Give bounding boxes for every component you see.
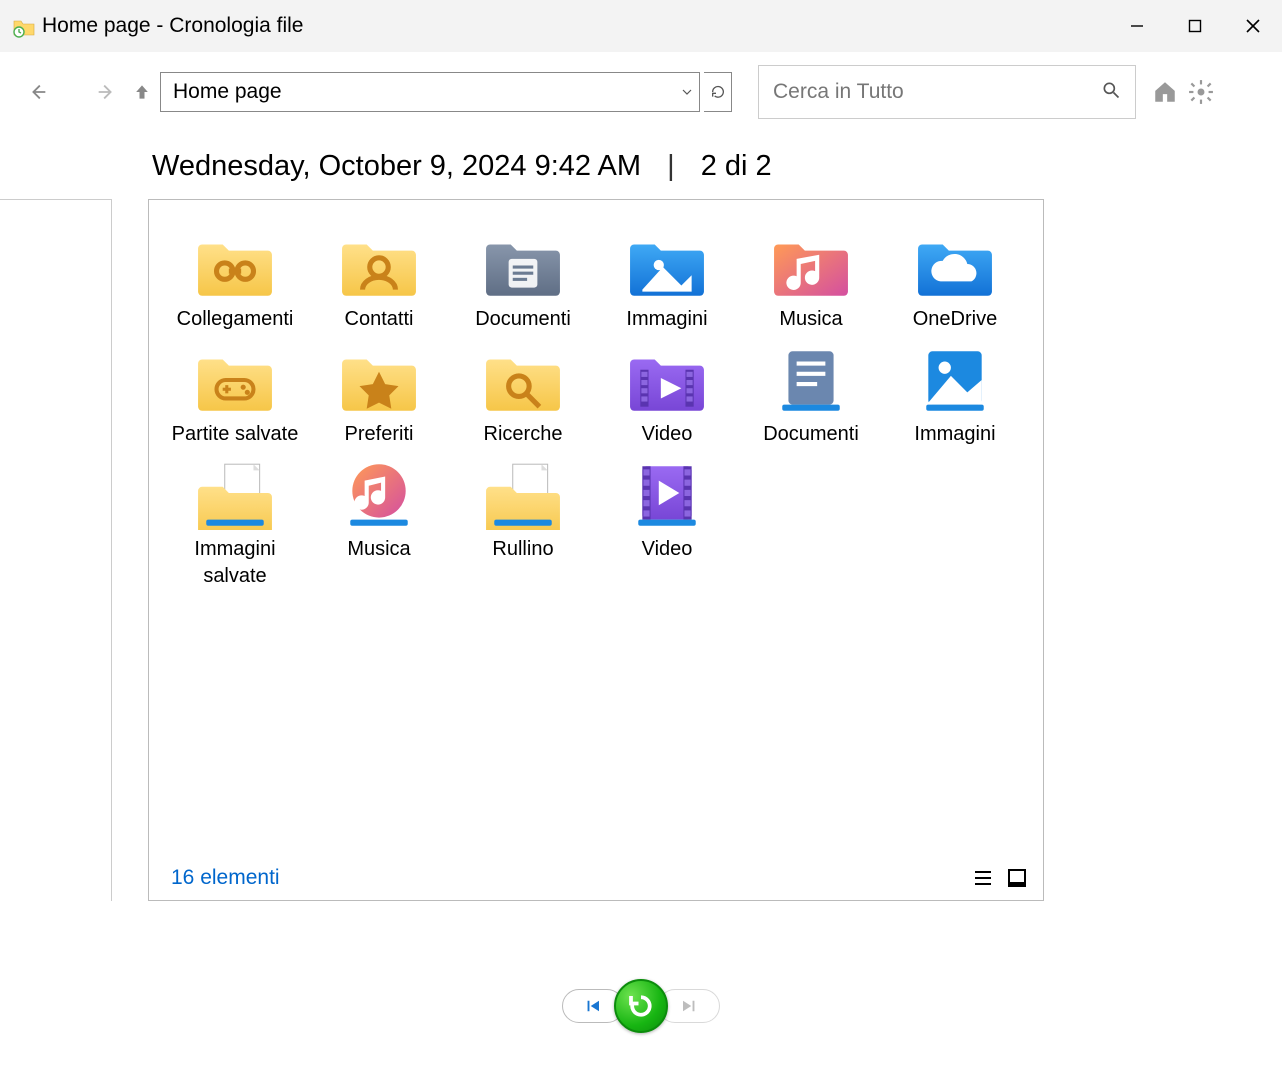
item-folder-games[interactable]: Partite salvate: [163, 339, 307, 448]
folder-search-icon: [482, 343, 564, 415]
item-folder-favorites[interactable]: Preferiti: [307, 339, 451, 448]
item-folder-onedrive[interactable]: OneDrive: [883, 224, 1027, 333]
folder-link-icon: [194, 228, 276, 300]
library-camera-roll-icon: [482, 458, 564, 530]
folder-onedrive-icon: [914, 228, 996, 300]
item-library-saved-pictures[interactable]: Immagini salvate: [163, 454, 307, 590]
search-input[interactable]: [773, 80, 1101, 104]
item-label: Immagini: [914, 421, 995, 448]
item-label: Ricerche: [484, 421, 563, 448]
item-label: Musica: [347, 536, 410, 563]
item-folder-link[interactable]: Collegamenti: [163, 224, 307, 333]
item-label: Contatti: [345, 306, 414, 333]
app-icon: [12, 14, 36, 38]
item-library-videos[interactable]: Video: [595, 454, 739, 590]
back-button[interactable]: [22, 76, 54, 108]
address-text: Home page: [161, 80, 673, 104]
item-label: Video: [642, 421, 693, 448]
refresh-button[interactable]: [704, 72, 732, 112]
item-folder-contacts[interactable]: Contatti: [307, 224, 451, 333]
snapshot-header: Wednesday, October 9, 2024 9:42 AM | 2 d…: [0, 132, 1282, 199]
item-label: Musica: [779, 306, 842, 333]
address-bar[interactable]: Home page: [160, 72, 700, 112]
item-folder-search[interactable]: Ricerche: [451, 339, 595, 448]
home-button[interactable]: [1150, 77, 1180, 107]
page-indicator: 2 di 2: [701, 150, 772, 182]
snapshot-timestamp: Wednesday, October 9, 2024 9:42 AM: [152, 150, 641, 182]
minimize-button[interactable]: [1108, 0, 1166, 52]
library-videos-icon: [626, 458, 708, 530]
item-count: 16 elementi: [171, 866, 280, 890]
close-button[interactable]: [1224, 0, 1282, 52]
restore-button[interactable]: [614, 979, 668, 1033]
view-large-icons-button[interactable]: [1003, 864, 1031, 892]
item-library-pictures[interactable]: Immagini: [883, 339, 1027, 448]
folder-music-icon: [770, 228, 852, 300]
folder-pictures-icon: [626, 228, 708, 300]
item-library-music[interactable]: Musica: [307, 454, 451, 590]
item-label: Partite salvate: [172, 421, 299, 448]
address-dropdown[interactable]: [673, 73, 699, 111]
item-library-documents[interactable]: Documenti: [739, 339, 883, 448]
item-folder-pictures[interactable]: Immagini: [595, 224, 739, 333]
search-box[interactable]: [758, 65, 1136, 119]
search-icon: [1101, 80, 1121, 105]
up-button[interactable]: [130, 80, 154, 104]
window-title: Home page - Cronologia file: [42, 14, 303, 38]
header-separator: |: [667, 150, 675, 182]
item-label: Documenti: [763, 421, 859, 448]
item-label: Immagini salvate: [170, 536, 300, 590]
version-nav: [0, 979, 1282, 1033]
items-panel: Collegamenti Contatti Documenti Immagini…: [148, 199, 1044, 901]
folder-documents-icon: [482, 228, 564, 300]
item-label: OneDrive: [913, 306, 997, 333]
titlebar: Home page - Cronologia file: [0, 0, 1282, 52]
item-library-camera-roll[interactable]: Rullino: [451, 454, 595, 590]
folder-games-icon: [194, 343, 276, 415]
item-folder-videos[interactable]: Video: [595, 339, 739, 448]
toolbar: Home page: [0, 52, 1282, 132]
item-folder-music[interactable]: Musica: [739, 224, 883, 333]
folder-videos-icon: [626, 343, 708, 415]
item-label: Collegamenti: [177, 306, 294, 333]
library-saved-pictures-icon: [194, 458, 276, 530]
item-label: Rullino: [492, 536, 553, 563]
settings-button[interactable]: [1186, 77, 1216, 107]
forward-button[interactable]: [90, 76, 122, 108]
folder-favorites-icon: [338, 343, 420, 415]
item-folder-documents[interactable]: Documenti: [451, 224, 595, 333]
folder-contacts-icon: [338, 228, 420, 300]
library-pictures-icon: [914, 343, 996, 415]
nav-pane-stub: [0, 199, 112, 901]
item-label: Video: [642, 536, 693, 563]
item-label: Preferiti: [345, 421, 414, 448]
library-music-icon: [338, 458, 420, 530]
maximize-button[interactable]: [1166, 0, 1224, 52]
view-details-button[interactable]: [969, 864, 997, 892]
item-label: Documenti: [475, 306, 571, 333]
item-label: Immagini: [626, 306, 707, 333]
library-documents-icon: [770, 343, 852, 415]
